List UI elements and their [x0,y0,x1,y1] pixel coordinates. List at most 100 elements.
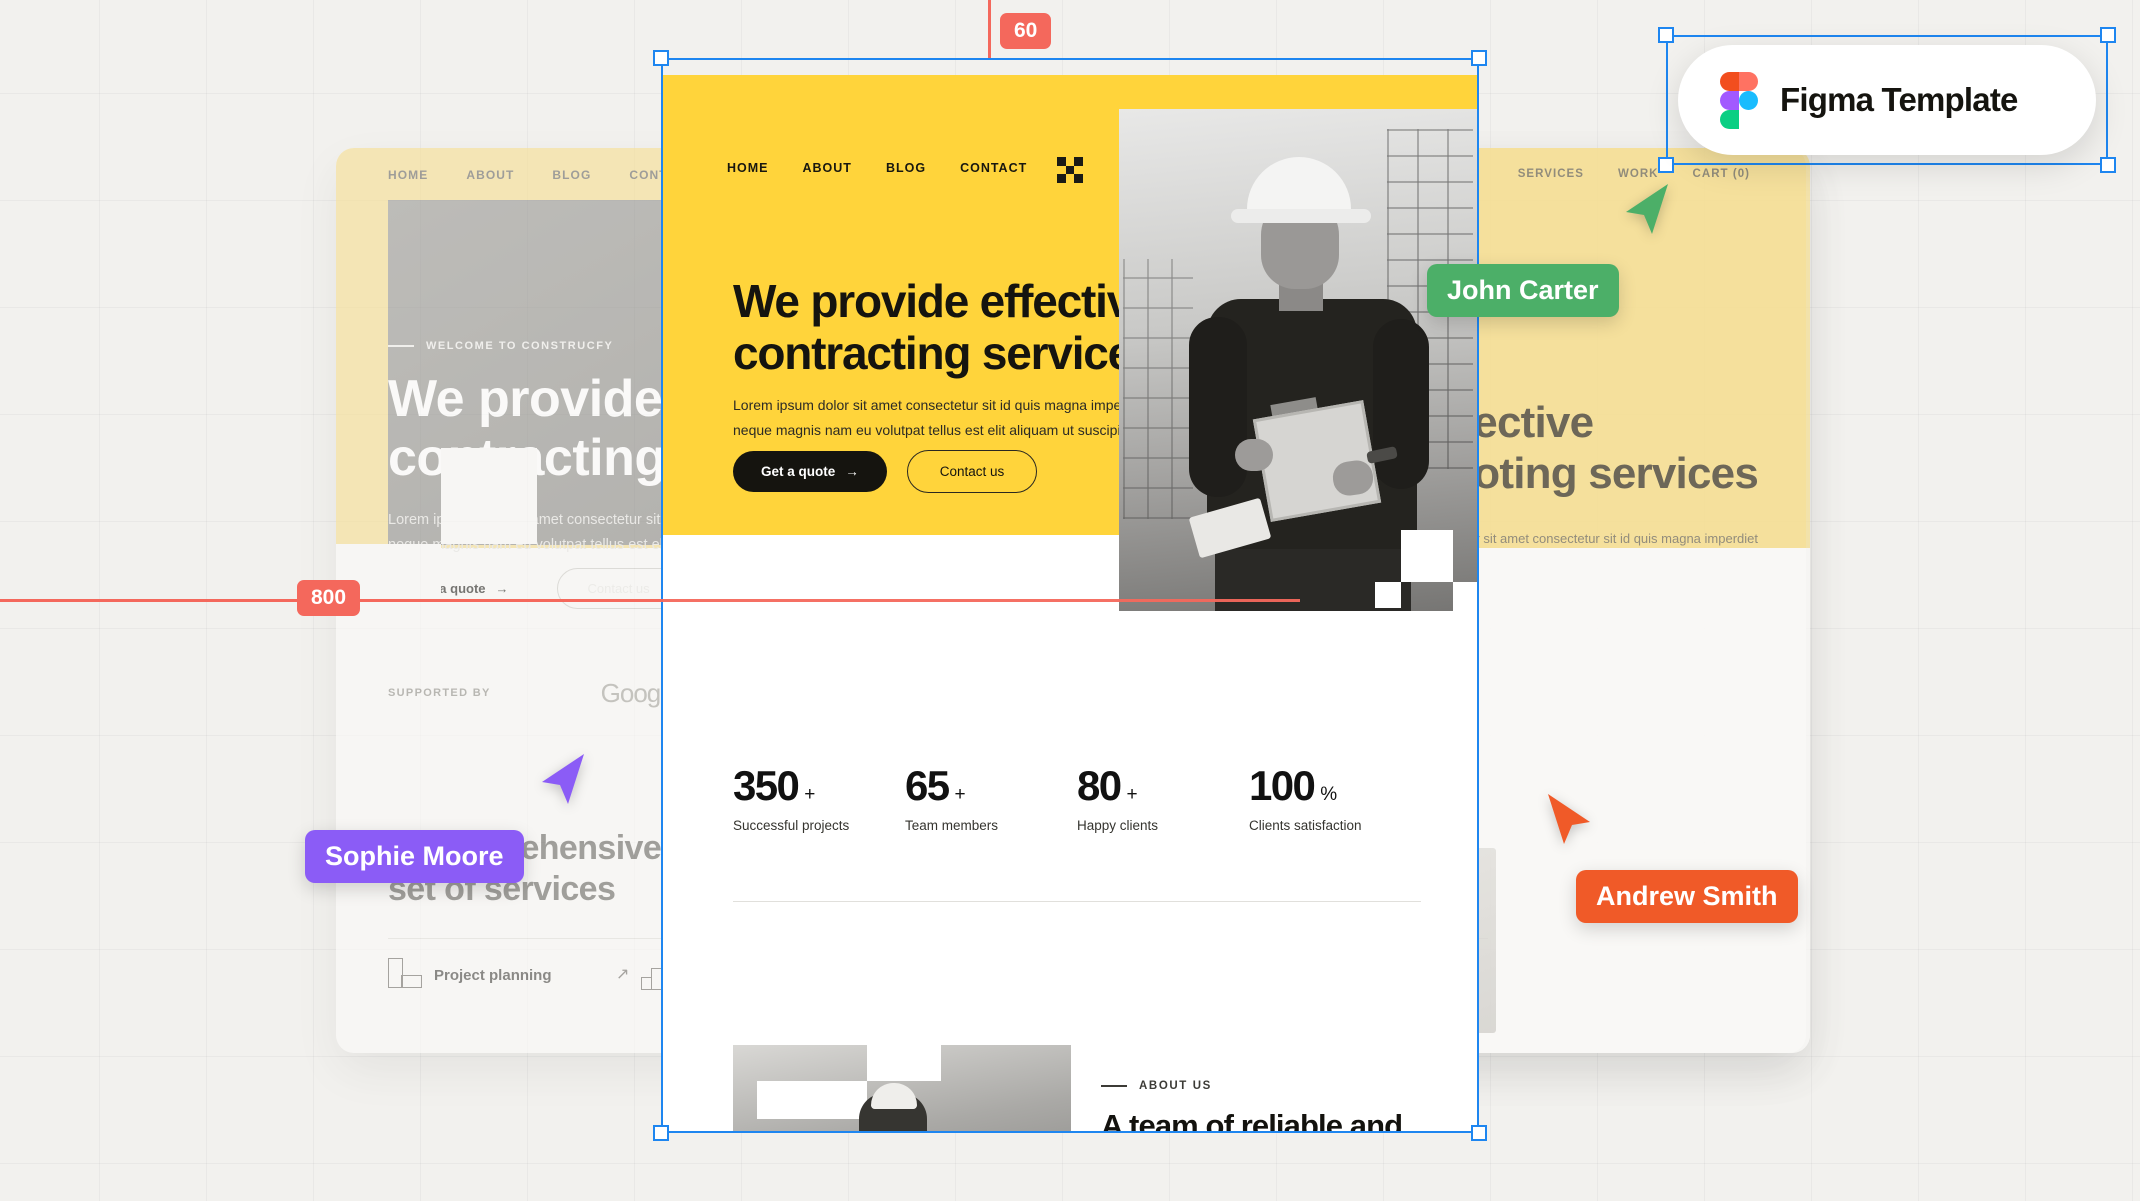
main-lead-line1: Lorem ipsum dolor sit amet consectetur s… [733,397,1149,413]
figma-logo-icon [1720,72,1758,129]
stat-label: Clients satisfaction [1249,818,1362,833]
stat-label: Happy clients [1077,818,1159,833]
badge-resize-handle-top-left[interactable] [1658,27,1674,43]
bg-left-heading-line1: We provide [388,370,663,428]
bg-right-nav-work[interactable]: WORK [1618,168,1659,180]
stat-value: 65 + [905,765,1077,807]
about-checker-block-2 [867,1045,941,1081]
stat-value: 100 % [1249,765,1421,807]
section-divider [733,901,1421,902]
about-heading: A team of reliable and experienced contr… [1101,1107,1440,1133]
stat-number: 80 [1077,762,1122,809]
stat-item: 100 % Clients satisfaction [1249,765,1421,834]
cursor-label-sophie-moore: Sophie Moore [305,830,524,883]
nav-item-home[interactable]: HOME [727,161,769,175]
measure-line-left-extend [300,599,1300,602]
badge-resize-handle-top-right[interactable] [2100,27,2116,43]
resize-handle-top-right[interactable] [1471,50,1487,66]
cursor-arrow-icon [1548,794,1590,844]
bg-left-nav-blog[interactable]: BLOG [552,168,591,182]
main-lead-line2: neque magnis nam eu volutpat tellus est … [733,421,1129,438]
nav-item-blog[interactable]: BLOG [886,161,926,175]
bg-left-nav-left[interactable]: HOME ABOUT BLOG CONTACT [388,168,695,182]
photo-scaffold-left [1123,259,1193,519]
stat-number: 350 [733,762,800,809]
cursor-label-andrew-smith: Andrew Smith [1576,870,1798,923]
stat-suffix: + [1126,784,1138,805]
cursor-label-john-carter: John Carter [1427,264,1619,317]
stat-label: Successful projects [733,818,850,833]
main-heading-line2: contracting services [733,327,1158,380]
main-lead: Lorem ipsum dolor sit amet consectetur s… [733,393,1149,442]
nav-item-about[interactable]: ABOUT [803,161,852,175]
nav-item-contact[interactable]: CONTACT [960,161,1027,175]
resize-handle-bottom-right[interactable] [1471,1125,1487,1141]
stat-suffix: % [1320,784,1338,805]
about-eyebrow: ABOUT US [1101,1080,1212,1092]
stat-item: 65 + Team members [905,765,1077,834]
get-a-quote-button[interactable]: Get a quote → [733,451,887,492]
main-cta-group[interactable]: Get a quote → Contact us [733,450,1038,493]
eyebrow-dash-icon [388,345,414,347]
bg-right-heading-line2: oting services [1473,448,1759,498]
stat-value: 80 + [1077,765,1249,807]
stat-suffix: + [804,784,816,805]
stat-label: Team members [905,818,999,833]
stat-item: 350 + Successful projects [733,765,905,834]
main-heading: We provide effective contracting service… [733,275,1158,380]
badge-resize-handle-bottom-right[interactable] [2100,157,2116,173]
about-photo-hard-hat [871,1083,917,1109]
bg-left-service-item-1[interactable]: Project planning [388,958,552,992]
photo-hard-hat-brim [1231,209,1371,223]
bg-right-heading-line1: ective [1473,398,1594,447]
checker-block-b [1453,582,1479,634]
about-eyebrow-text: ABOUT US [1139,1080,1212,1092]
supported-by-label: SUPPORTED BY [388,687,491,699]
eyebrow-dash-icon [1101,1085,1127,1087]
badge-resize-handle-bottom-left[interactable] [1658,157,1674,173]
get-a-quote-label: Get a quote [761,464,836,479]
bg-right-nav-cart[interactable]: CART (0) [1693,168,1750,180]
bg-right-heading: ective oting services [1473,398,1759,499]
bg-left-eyebrow: WELCOME TO CONSTRUCFY [388,340,613,352]
bg-left-checker-block-2 [441,448,537,544]
main-nav-left[interactable]: HOME ABOUT BLOG CONTACT [727,161,1027,175]
bg-left-eyebrow-text: WELCOME TO CONSTRUCFY [426,340,614,352]
checker-block-c [1375,582,1401,608]
measure-badge-60: 60 [1000,13,1052,49]
main-heading-line1: We provide effective [733,275,1157,327]
figma-template-badge[interactable]: Figma Template [1678,45,2096,155]
bg-right-nav-services[interactable]: SERVICES [1518,168,1584,180]
stats-row: 350 + Successful projects 65 + Team memb… [733,765,1421,834]
stat-number: 65 [905,762,950,809]
figma-template-label: Figma Template [1780,81,2018,118]
stat-value: 350 + [733,765,905,807]
arrow-up-right-icon: ↗ [616,966,630,983]
checker-logo-icon[interactable] [1057,157,1083,183]
checker-block-a [1401,530,1453,582]
resize-handle-top-left[interactable] [653,50,669,66]
bg-right-nav-right[interactable]: SERVICES WORK CART (0) [1518,168,1750,180]
photo-hand-left [1235,439,1273,471]
measure-line-top [988,0,991,58]
stat-suffix: + [954,784,966,805]
photo-arm-left [1189,317,1247,497]
about-checker-block-1 [757,1081,867,1119]
about-photo [733,1045,1071,1133]
arrow-right-icon: → [495,581,509,596]
resize-handle-bottom-left[interactable] [653,1125,669,1141]
stat-item: 80 + Happy clients [1077,765,1249,834]
cursor-arrow-icon [542,754,584,804]
photo-arm-right [1373,319,1429,489]
floorplan-icon [388,958,422,992]
about-heading-line1: A team of reliable and [1101,1108,1403,1133]
bg-left-nav-about[interactable]: ABOUT [466,168,514,182]
arrow-right-icon: → [845,464,859,479]
measure-badge-800: 800 [297,580,361,616]
cursor-arrow-icon [1626,184,1668,234]
bg-left-nav-home[interactable]: HOME [388,168,428,182]
bg-left-service-1-label: Project planning [434,966,552,984]
contact-us-button[interactable]: Contact us [906,450,1038,493]
selected-frame[interactable]: HOME ABOUT BLOG CONTACT SERVICES WORK CA… [661,75,1479,1133]
stat-number: 100 [1249,762,1316,809]
